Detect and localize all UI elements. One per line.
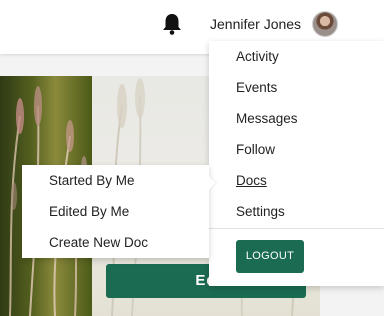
menu-item-follow[interactable]: Follow [236,142,275,157]
user-dropdown-menu: Activity Events Messages Follow Docs Set… [209,41,384,286]
bell-icon[interactable] [161,12,183,36]
menu-item-events[interactable]: Events [236,80,277,95]
menu-item-docs[interactable]: Docs [236,173,267,188]
submenu-pointer [209,176,216,190]
submenu-item-create-new-doc[interactable]: Create New Doc [49,235,148,250]
docs-submenu: Started By Me Edited By Me Create New Do… [22,165,209,258]
menu-divider [209,228,384,229]
menu-item-activity[interactable]: Activity [236,49,279,64]
submenu-item-started-by-me[interactable]: Started By Me [49,173,135,188]
submenu-item-edited-by-me[interactable]: Edited By Me [49,204,129,219]
username-label[interactable]: Jennifer Jones [210,16,301,32]
menu-item-settings[interactable]: Settings [236,204,285,219]
user-avatar[interactable] [312,11,338,37]
logout-button[interactable]: LOGOUT [236,240,304,273]
menu-item-messages[interactable]: Messages [236,111,298,126]
